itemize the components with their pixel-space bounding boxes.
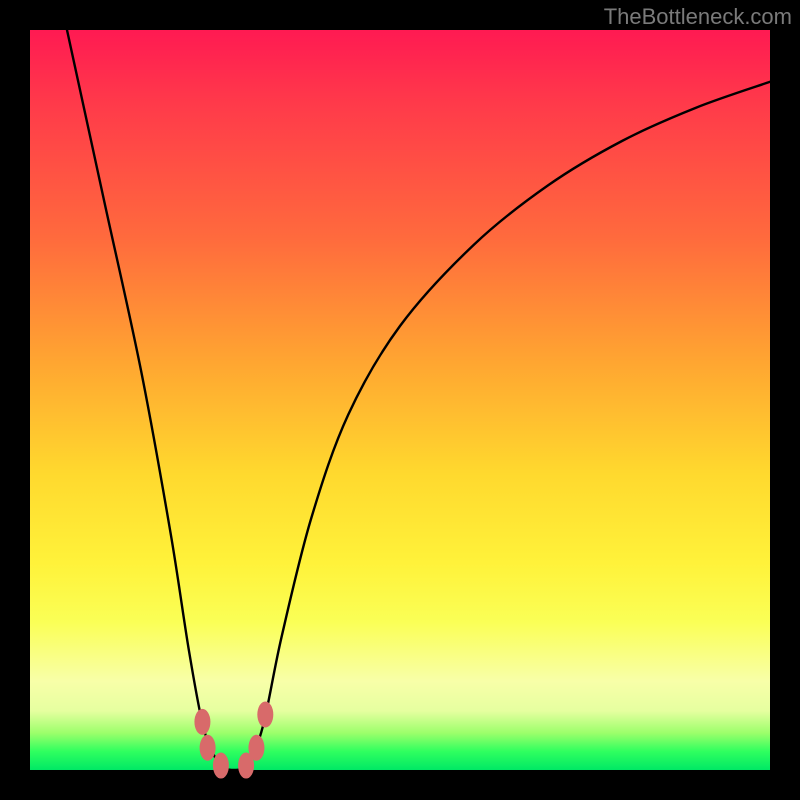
marker-floor-left (213, 753, 229, 779)
bottleneck-curve (67, 30, 770, 770)
plot-area (30, 30, 770, 770)
marker-right-shoulder-lower (248, 735, 264, 761)
marker-right-shoulder-upper (257, 702, 273, 728)
curve-markers (194, 702, 273, 779)
watermark-text: TheBottleneck.com (604, 4, 792, 30)
marker-left-shoulder-upper (194, 709, 210, 735)
marker-left-shoulder-lower (200, 735, 216, 761)
chart-frame: TheBottleneck.com (0, 0, 800, 800)
curve-layer (30, 30, 770, 770)
